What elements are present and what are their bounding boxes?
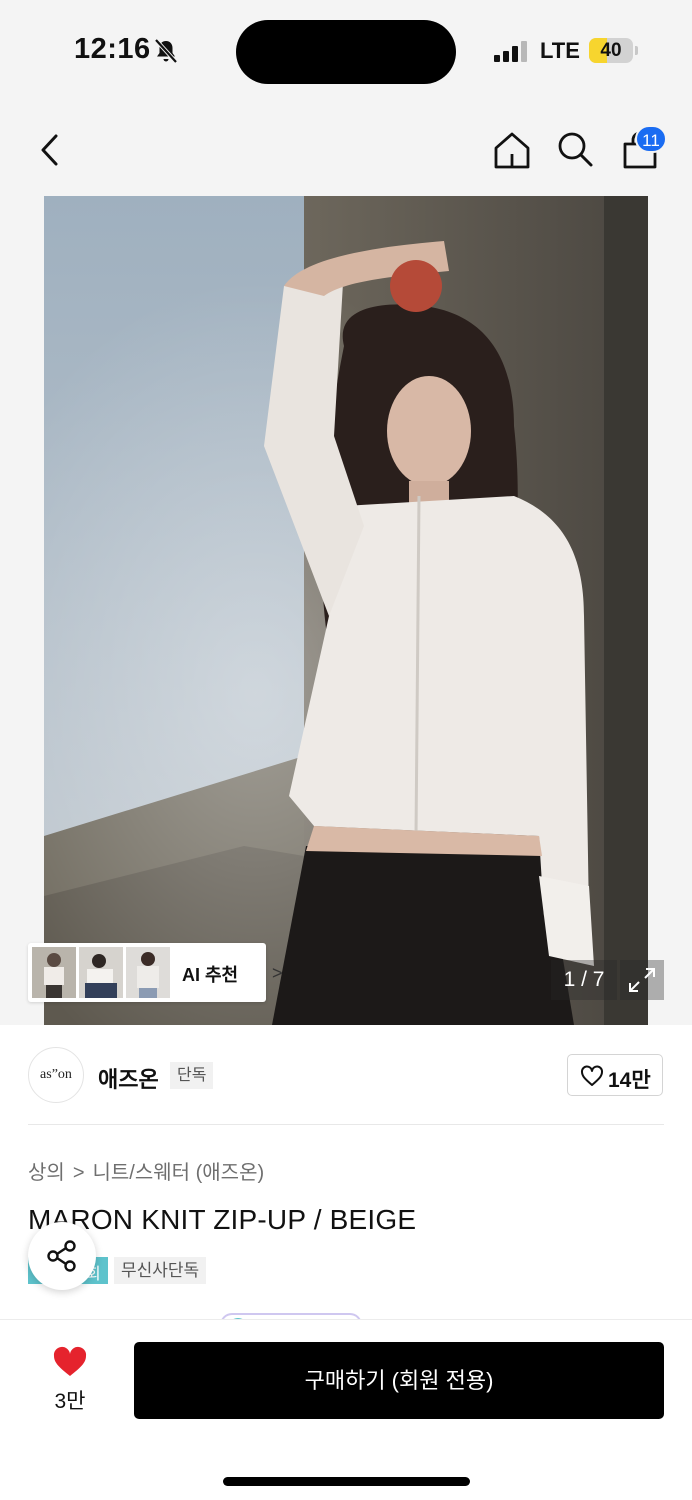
ai-thumbnail	[79, 947, 123, 998]
signal-icon	[494, 40, 528, 62]
heart-outline-icon	[581, 1065, 603, 1086]
brand-like-button[interactable]: 14만	[567, 1054, 663, 1096]
brand-name[interactable]: 애즈온	[98, 1062, 159, 1094]
search-icon[interactable]	[556, 130, 594, 168]
cart-count-badge: 11	[635, 125, 667, 153]
expand-arrows-icon	[629, 968, 655, 992]
chevron-right-icon: >	[272, 963, 283, 983]
ai-thumbnail	[126, 947, 170, 998]
back-chevron-icon[interactable]	[36, 132, 64, 168]
brand-like-count: 14만	[608, 1069, 651, 1092]
bell-slash-icon	[154, 38, 178, 64]
signal-bar	[521, 41, 527, 62]
breadcrumb-subcategory[interactable]: 니트/스웨터 (애즈온)	[93, 1162, 265, 1184]
breadcrumb-category[interactable]: 상의	[28, 1162, 65, 1184]
breadcrumb-separator: >	[72, 1162, 85, 1184]
battery-tip	[635, 46, 638, 55]
home-icon[interactable]	[492, 130, 532, 170]
share-button[interactable]	[28, 1222, 96, 1290]
exclusive-badge: 단독	[170, 1062, 214, 1089]
thumbnail-image	[32, 947, 76, 998]
status-time: 12:16	[74, 33, 151, 65]
product-image[interactable]	[44, 196, 648, 1025]
battery-level: 40	[600, 40, 622, 61]
network-label: LTE	[540, 38, 580, 63]
signal-bar	[494, 55, 500, 62]
favorite-count: 3만	[54, 1390, 86, 1413]
product-photo	[44, 196, 648, 1025]
musinsa-exclusive-tag: 무신사단독	[114, 1257, 207, 1284]
buy-button[interactable]: 구매하기 (회원 전용)	[134, 1342, 664, 1419]
brand-logo[interactable]: as”on	[28, 1047, 84, 1103]
breadcrumb: 상의 > 니트/스웨터 (애즈온)	[28, 1156, 264, 1185]
signal-bar	[512, 46, 518, 62]
ai-thumbnail	[32, 947, 76, 998]
image-counter: 1 / 7	[551, 960, 617, 1000]
ai-recommend-button[interactable]: AI 추천 >	[28, 943, 283, 1002]
heart-filled-icon[interactable]	[52, 1346, 88, 1378]
expand-image-button[interactable]	[620, 960, 664, 1000]
section-divider	[28, 1124, 664, 1125]
signal-bar	[503, 51, 509, 62]
status-bar: 12:16 LTE 40	[0, 0, 692, 100]
thumbnail-image	[126, 947, 170, 998]
share-icon	[47, 1240, 76, 1272]
home-indicator	[223, 1477, 470, 1486]
ai-recommend-label: AI 추천	[182, 965, 239, 985]
dynamic-island	[236, 20, 456, 84]
battery-icon: 40	[589, 38, 633, 63]
thumbnail-image	[79, 947, 123, 998]
